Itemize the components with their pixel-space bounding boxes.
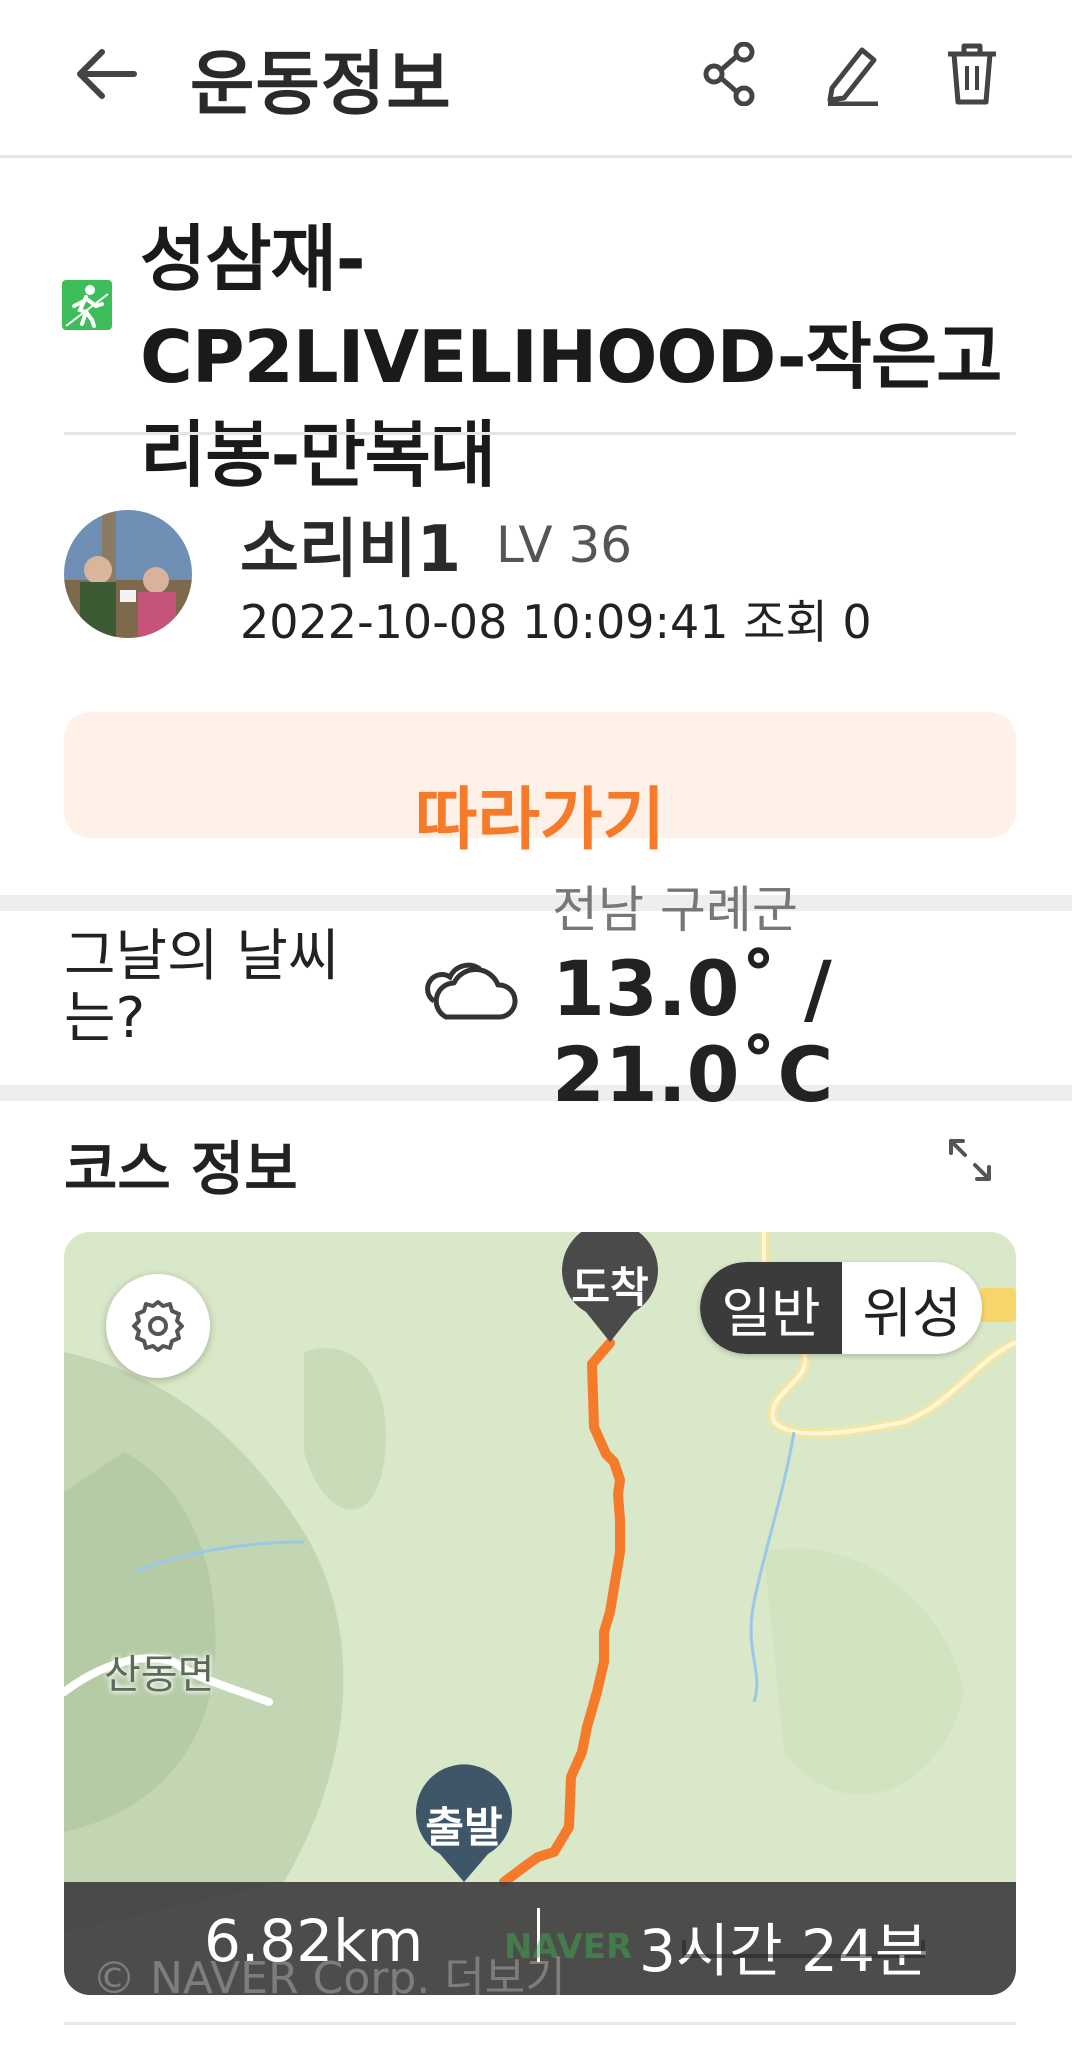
hiking-icon <box>62 280 112 330</box>
course-title: 성삼재-CP2LIVELIHOOD-작은고리봉-만복대 <box>140 217 1002 497</box>
top-bar: 운동정보 <box>0 0 1072 158</box>
user-level: LV 36 <box>496 516 633 574</box>
expand-icon[interactable] <box>945 1135 995 1185</box>
map-scale-bar <box>682 1940 925 1958</box>
map-type-toggle[interactable]: 일반 위성 <box>700 1262 982 1354</box>
map-settings-button[interactable] <box>106 1274 210 1378</box>
weather-question: 그날의 날씨는? <box>64 924 340 1051</box>
pencil-icon[interactable] <box>812 34 892 114</box>
start-pin-label: 출발 <box>425 1803 503 1852</box>
map-credit[interactable]: © NAVER Corp. 더보기 <box>92 1942 566 1995</box>
follow-button[interactable]: 따라가기 <box>64 712 1016 860</box>
map-town-label: 산동면 <box>104 1652 215 1698</box>
post-meta: 2022-10-08 10:09:41 조회 0 <box>240 595 872 649</box>
weather-temperature: 13.0˚ / 21.0˚C <box>552 944 834 1119</box>
back-arrow-icon[interactable] <box>66 34 146 114</box>
avatar[interactable] <box>64 510 192 638</box>
course-info-title: 코스 정보 <box>64 1135 298 1203</box>
divider <box>64 2022 1016 2025</box>
gear-icon <box>132 1300 184 1352</box>
course-map[interactable]: 도착 출발 산동면 일반 위성 6.82km 3시간 24분 NAVER © N… <box>64 1232 1016 1995</box>
user-name[interactable]: 소리비1 <box>240 498 461 590</box>
weather-location: 전남 구례군 <box>552 881 798 939</box>
toggle-satellite[interactable]: 위성 <box>842 1262 982 1354</box>
follow-button-label: 따라가기 <box>414 781 666 860</box>
section-separator <box>0 895 1072 911</box>
page-title: 운동정보 <box>190 43 452 125</box>
end-pin-label: 도착 <box>571 1263 649 1312</box>
cloud-icon <box>420 955 520 1035</box>
trash-icon[interactable] <box>932 34 1012 114</box>
divider <box>64 432 1016 435</box>
share-icon[interactable] <box>690 34 770 114</box>
toggle-normal[interactable]: 일반 <box>700 1262 842 1354</box>
